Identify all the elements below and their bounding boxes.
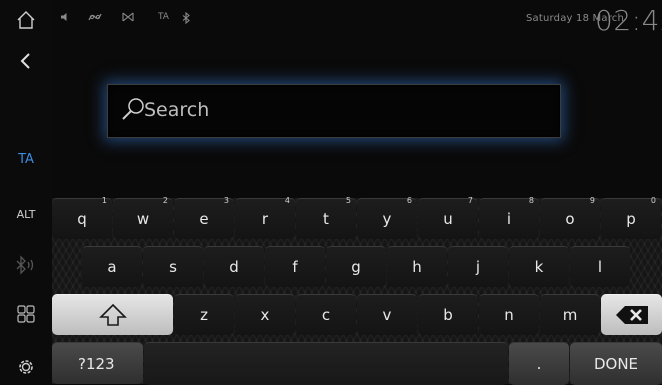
- key-label: l: [597, 258, 603, 276]
- key-label: a: [107, 258, 117, 276]
- traffic-icon: [88, 12, 102, 25]
- left-rail: TA ALT: [0, 0, 52, 384]
- key-label: u: [443, 210, 453, 228]
- key-label: m: [562, 306, 578, 324]
- key-label: z: [200, 306, 208, 324]
- shift-arrow-icon: [98, 303, 127, 326]
- alt-label: ALT: [16, 207, 36, 221]
- key-number: 9: [589, 196, 595, 205]
- key-label: f: [292, 258, 298, 276]
- backspace-key[interactable]: [601, 294, 662, 335]
- key-label: q: [77, 210, 87, 228]
- shift-key[interactable]: [52, 294, 173, 335]
- key-label: d: [229, 258, 239, 276]
- ta-button[interactable]: TA: [0, 143, 52, 175]
- symbols-key[interactable]: ?123: [52, 342, 143, 384]
- search-icon: [122, 98, 144, 120]
- bluetooth-audio-icon: [16, 255, 34, 275]
- key-p[interactable]: p0: [601, 196, 661, 239]
- key-i[interactable]: i8: [479, 196, 539, 239]
- alt-button[interactable]: ALT: [0, 199, 52, 229]
- key-number: 1: [101, 196, 107, 205]
- search-input[interactable]: Search: [107, 84, 561, 138]
- key-number: 4: [284, 196, 290, 205]
- key-z[interactable]: z: [174, 294, 234, 335]
- status-ta-label: TA: [158, 12, 169, 22]
- key-g[interactable]: g: [326, 246, 386, 287]
- key-v[interactable]: v: [357, 294, 417, 335]
- backspace-icon: [615, 306, 648, 324]
- back-chevron-icon: [20, 53, 30, 69]
- key-label: r: [261, 210, 269, 228]
- key-label: v: [382, 306, 392, 324]
- key-o[interactable]: o9: [540, 196, 600, 239]
- key-label: x: [260, 306, 270, 324]
- key-y[interactable]: y6: [357, 196, 417, 239]
- key-number: 5: [345, 196, 351, 205]
- key-a[interactable]: a: [82, 246, 142, 287]
- status-bar: TA Saturday 18 March 02:42: [52, 0, 662, 40]
- key-label: DONE: [593, 355, 639, 373]
- key-number: 2: [162, 196, 168, 205]
- key-label: o: [565, 210, 575, 228]
- key-h[interactable]: h: [387, 246, 447, 287]
- back-button[interactable]: [0, 44, 52, 78]
- key-r[interactable]: r4: [235, 196, 295, 239]
- key-number: 0: [650, 196, 656, 205]
- key-e[interactable]: e3: [174, 196, 234, 239]
- search-placeholder: Search: [144, 99, 210, 121]
- key-label: t: [323, 210, 329, 228]
- key-f[interactable]: f: [265, 246, 325, 287]
- key-label: ?123: [78, 354, 115, 373]
- apps-grid-icon: [17, 305, 35, 323]
- key-label: p: [626, 210, 636, 228]
- key-label: c: [321, 306, 331, 324]
- key-label: e: [199, 210, 209, 228]
- key-k[interactable]: k: [509, 246, 569, 287]
- key-number: 7: [467, 196, 473, 205]
- key-label: g: [351, 258, 361, 276]
- key-label: b: [443, 306, 453, 324]
- key-label: s: [169, 258, 177, 276]
- clock-time: 02:42: [595, 4, 662, 37]
- key-m[interactable]: m: [540, 294, 600, 335]
- key-label: w: [136, 210, 150, 228]
- key-u[interactable]: u7: [418, 196, 478, 239]
- key-label: y: [382, 210, 392, 228]
- ta-label: TA: [18, 151, 34, 167]
- bluetooth-icon: [182, 11, 190, 27]
- home-button[interactable]: [0, 0, 52, 40]
- key-t[interactable]: t5: [296, 196, 356, 239]
- key-q[interactable]: q1: [52, 196, 112, 239]
- volume-icon: [60, 12, 70, 25]
- key-label: n: [504, 306, 514, 324]
- settings-gear-icon: [19, 360, 33, 374]
- key-label: k: [534, 258, 544, 276]
- key-label: h: [412, 258, 422, 276]
- on-screen-keyboard: q1 w2 e3 r4 t5 y6 u7 i8 o9 p0 a s d f g …: [52, 196, 662, 385]
- home-icon: [17, 11, 35, 29]
- dot-key[interactable]: .: [509, 342, 569, 385]
- key-number: 8: [528, 196, 534, 205]
- key-label: i: [506, 210, 512, 228]
- key-c[interactable]: c: [296, 294, 356, 335]
- apps-button[interactable]: [0, 298, 52, 330]
- bluetooth-audio-button[interactable]: [0, 250, 52, 280]
- key-b[interactable]: b: [418, 294, 478, 335]
- key-w[interactable]: w2: [113, 196, 173, 239]
- shuffle-icon: [122, 12, 134, 25]
- key-n[interactable]: n: [479, 294, 539, 335]
- key-x[interactable]: x: [235, 294, 295, 335]
- key-number: 3: [223, 196, 229, 205]
- key-j[interactable]: j: [448, 246, 508, 287]
- settings-button[interactable]: [0, 350, 52, 384]
- key-d[interactable]: d: [204, 246, 264, 287]
- space-key[interactable]: [144, 342, 508, 385]
- key-s[interactable]: s: [143, 246, 203, 287]
- key-label: j: [475, 258, 481, 276]
- key-label: .: [536, 355, 542, 373]
- key-number: 6: [406, 196, 412, 205]
- key-l[interactable]: l: [570, 246, 630, 287]
- done-key[interactable]: DONE: [570, 342, 662, 385]
